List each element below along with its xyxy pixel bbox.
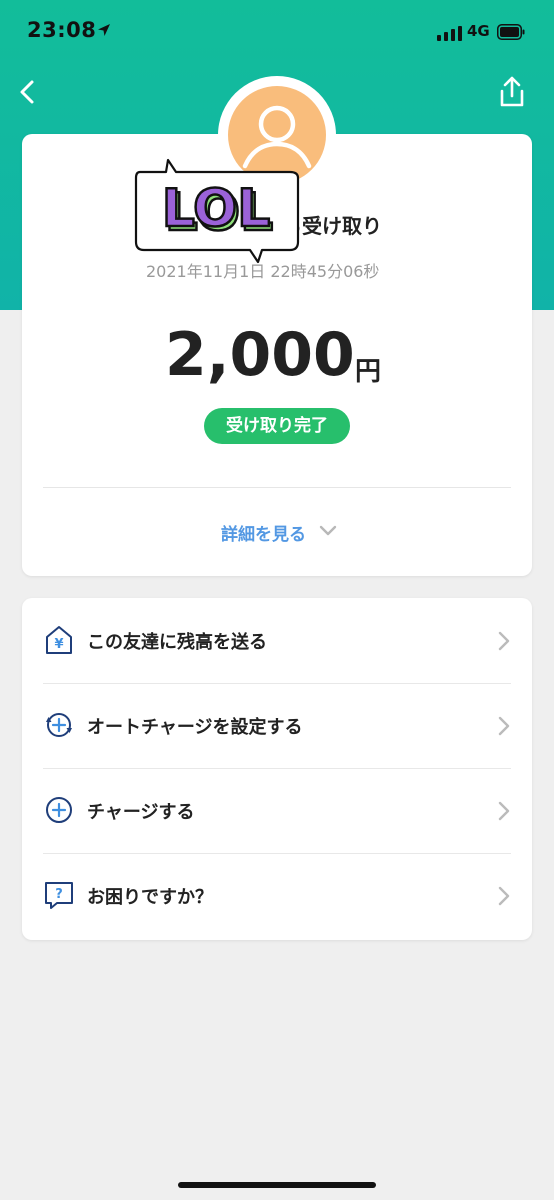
- menu-label-charge: チャージする: [87, 802, 195, 823]
- menu-item-auto-charge[interactable]: オートチャージを設定する: [22, 683, 532, 768]
- chevron-right-icon: [498, 716, 510, 736]
- send-balance-icon: ¥: [46, 626, 72, 654]
- date-suffix: 日 22時45分06秒: [249, 262, 380, 281]
- lol-sticker: LOL LOL: [134, 158, 300, 264]
- card-divider: [43, 487, 511, 488]
- menu-item-send-balance[interactable]: ¥ この友達に残高を送る: [22, 598, 532, 683]
- action-menu: ¥ この友達に残高を送る オートチャージを設定する チャージする ? お困りです…: [22, 598, 532, 940]
- sticker-text: LOL: [162, 179, 271, 239]
- share-button[interactable]: [495, 74, 529, 110]
- svg-text:¥: ¥: [54, 637, 63, 652]
- chevron-right-icon: [498, 631, 510, 651]
- currency-label: 円: [355, 357, 382, 387]
- back-button[interactable]: [12, 74, 42, 110]
- charge-plus-icon: [46, 797, 72, 823]
- chevron-right-icon: [498, 886, 510, 906]
- menu-label-send-balance: この友達に残高を送る: [87, 632, 267, 653]
- menu-label-help: お困りですか？: [87, 887, 213, 908]
- date-prefix: 2021年11月1: [146, 262, 250, 281]
- home-indicator[interactable]: [178, 1182, 376, 1188]
- chevron-down-icon[interactable]: [318, 523, 338, 539]
- status-badge: 受け取り完了: [204, 408, 350, 444]
- status-time: 23:08: [27, 18, 97, 42]
- menu-item-help[interactable]: ? お困りですか？: [22, 853, 532, 938]
- battery-icon: [497, 24, 525, 40]
- menu-label-auto-charge: オートチャージを設定する: [87, 717, 303, 738]
- network-label: 4G: [467, 22, 490, 40]
- svg-text:?: ?: [55, 887, 63, 902]
- chevron-right-icon: [498, 801, 510, 821]
- amount-value: 2,000: [165, 320, 355, 390]
- auto-charge-icon: [46, 713, 72, 737]
- view-details-link[interactable]: 詳細を見る: [221, 520, 306, 545]
- help-question-icon: ?: [45, 882, 73, 909]
- location-arrow-icon: [98, 24, 110, 36]
- menu-item-charge[interactable]: チャージする: [22, 768, 532, 853]
- signal-icon: [437, 25, 463, 41]
- status-bar: 23:08 4G: [0, 0, 554, 64]
